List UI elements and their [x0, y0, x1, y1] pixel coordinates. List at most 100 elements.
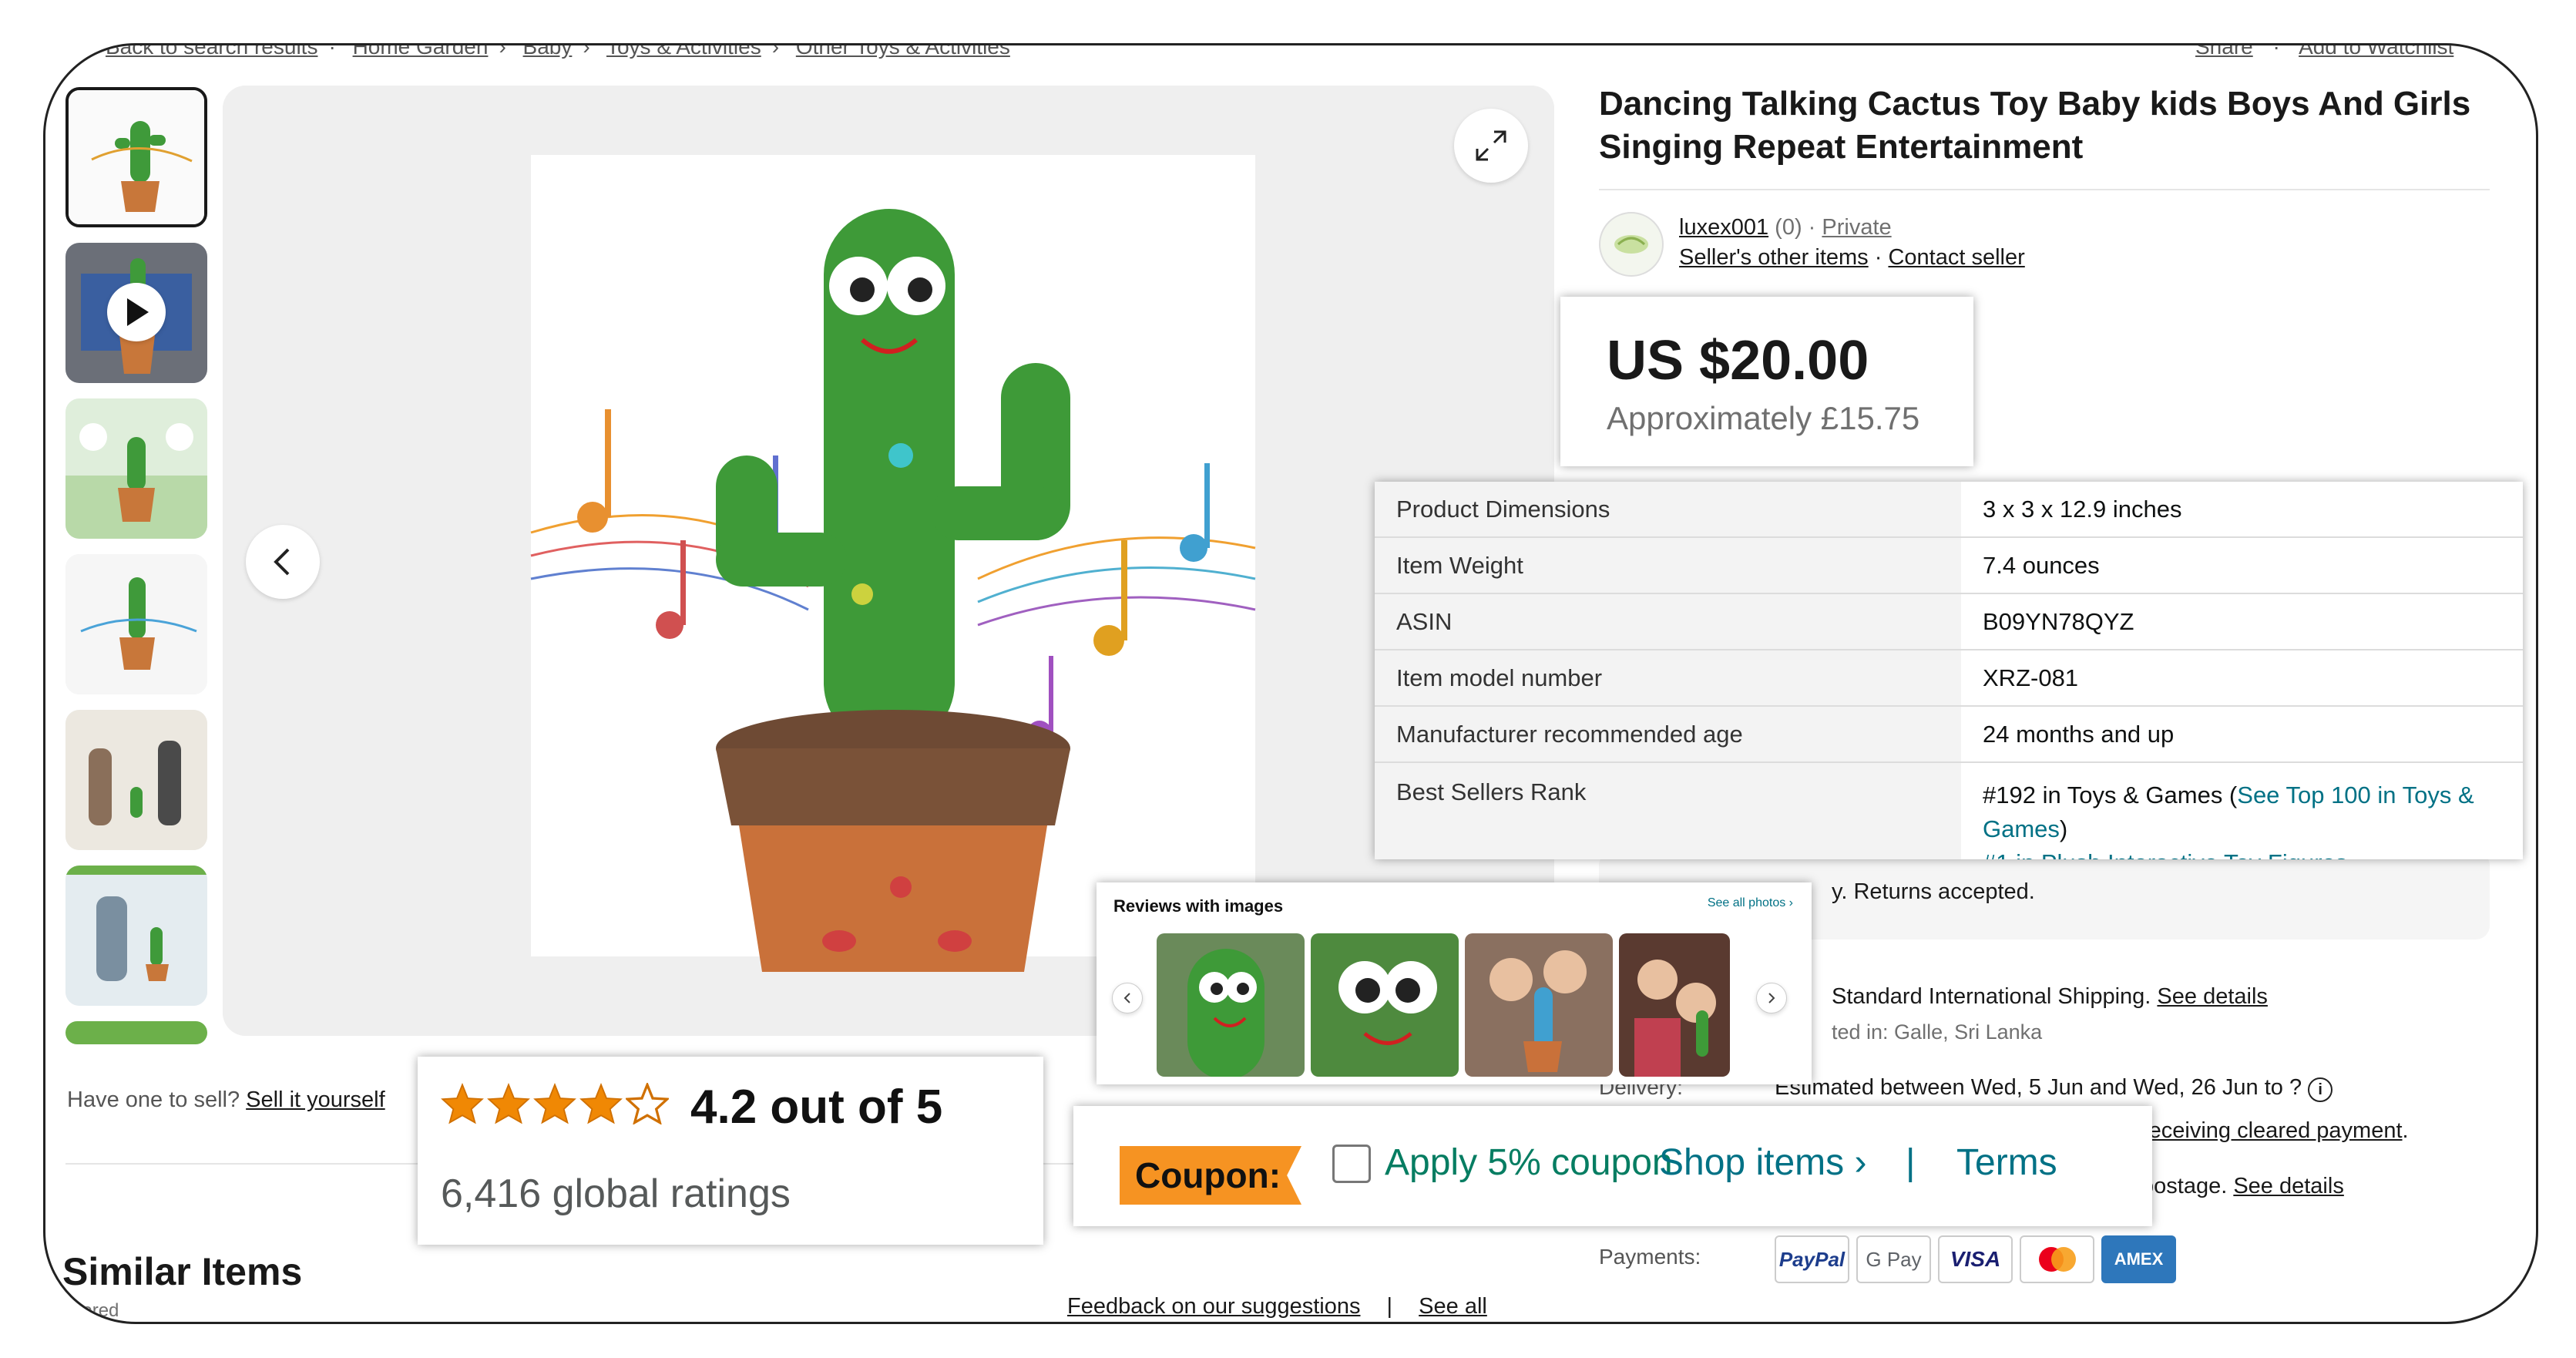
sell-prompt: Have one to sell? Sell it yourself — [67, 1087, 385, 1113]
detail-row: Item model number XRZ-081 — [1375, 650, 2523, 707]
returns-text: y. Returns accepted. — [1832, 879, 2035, 904]
best-sellers-rank: #192 in Toys & Games (See Top 100 in Toy… — [1961, 762, 2523, 859]
expand-icon[interactable] — [1454, 109, 1528, 183]
contact-seller-link[interactable]: Contact seller — [1888, 245, 2024, 270]
postage-line: postage. See details — [2141, 1174, 2344, 1199]
review-photo-3[interactable] — [1465, 933, 1613, 1077]
review-photo-4[interactable] — [1619, 933, 1730, 1077]
seller-name-link[interactable]: luxex001 — [1679, 215, 1768, 240]
thumbnail-1[interactable] — [65, 87, 207, 227]
rank-suffix: ) — [2059, 815, 2068, 842]
see-all-photos-link[interactable]: See all photos › — [1708, 896, 1793, 910]
postage-text: postage. — [2141, 1174, 2228, 1198]
review-photo-2[interactable] — [1311, 933, 1459, 1077]
seller-type[interactable]: Private — [1822, 215, 1891, 240]
dad-child-thumb-image — [65, 866, 207, 1006]
seller-feedback-count: (0) — [1775, 215, 1802, 240]
rank-prefix: #192 in Toys & Games ( — [1983, 782, 2238, 808]
breadcrumb-item-4[interactable]: Other Toys & Activities — [796, 45, 1010, 59]
product-details-table: Product Dimensions 3 x 3 x 12.9 inches It… — [1375, 482, 2523, 859]
detail-value: XRZ-081 — [1961, 650, 2523, 707]
coupon-divider: | — [1906, 1142, 1916, 1183]
receiving-cleared-payment-link[interactable]: receiving cleared payment — [2141, 1118, 2403, 1143]
detail-row: Best Sellers Rank #192 in Toys & Games (… — [1375, 762, 2523, 859]
seller-line-2: Seller's other items · Contact seller — [1679, 245, 2025, 270]
sell-question: Have one to sell? — [67, 1087, 240, 1112]
cactus-scene-thumb-image — [65, 398, 207, 539]
detail-key: ASIN — [1375, 593, 1961, 650]
detail-key: Product Dimensions — [1375, 482, 1961, 538]
rating-text: 4.2 out of 5 — [690, 1081, 943, 1134]
delivery-text: Estimated between Wed, 5 Jun and Wed, 26… — [1775, 1075, 2333, 1102]
global-ratings-count[interactable]: 6,416 global ratings — [441, 1171, 791, 1217]
screenshot-frame: Back to search results · Home Garden › Bab… — [43, 43, 2538, 1324]
detail-row: Manufacturer recommended age 24 months an… — [1375, 706, 2523, 763]
play-icon[interactable] — [107, 283, 166, 341]
share-watch-links: Share · Add to Watchlist — [2195, 45, 2453, 59]
breadcrumb-item-1[interactable]: Home Garden — [353, 45, 489, 59]
review-photo-1[interactable] — [1157, 933, 1305, 1077]
sell-it-yourself-link[interactable]: Sell it yourself — [246, 1087, 385, 1112]
watchlist-link[interactable]: Add to Watchlist — [2299, 45, 2453, 59]
similar-items-title: Similar Items — [62, 1250, 303, 1293]
detail-value: B09YN78QYZ — [1961, 593, 2523, 650]
shipping-text: Standard International Shipping. — [1832, 984, 2151, 1009]
reviews-with-images-panel: Reviews with images See all photos › — [1097, 882, 1812, 1084]
breadcrumb-back-link[interactable]: Back to search results — [106, 45, 317, 59]
feedback-suggestions-link[interactable]: Feedback on our suggestions — [1067, 1294, 1360, 1319]
detail-key: Item Weight — [1375, 537, 1961, 594]
info-icon[interactable]: i — [2308, 1077, 2333, 1102]
payments-label: Payments: — [1599, 1245, 1701, 1269]
rank-category-link[interactable]: #1 in Plush Interactive Toy Figures — [1983, 849, 2347, 859]
cleared-payment-link: receiving cleared payment. — [2141, 1118, 2409, 1143]
shipping-line: Standard International Shipping. See det… — [1832, 984, 2268, 1010]
title-divider — [1599, 189, 2490, 190]
visa-icon: VISA — [1938, 1235, 2013, 1283]
share-link[interactable]: Share — [2195, 45, 2253, 59]
coupon-badge: Coupon: — [1120, 1146, 1301, 1205]
star-icon — [533, 1083, 576, 1124]
shipping-details-link[interactable]: See details — [2157, 984, 2268, 1009]
rating-panel: 4.2 out of 5 6,416 global ratings — [418, 1057, 1043, 1245]
thumbnail-5[interactable] — [65, 710, 207, 850]
reviews-next-button[interactable] — [1756, 983, 1787, 1013]
thumbnail-7[interactable] — [65, 1021, 207, 1044]
cactus-thumb-image — [69, 90, 204, 224]
apply-coupon-label[interactable]: Apply 5% coupon — [1385, 1141, 1673, 1184]
price-approx: Approximately £15.75 — [1607, 400, 1920, 436]
shop-items-link[interactable]: Shop items › — [1659, 1141, 1866, 1184]
breadcrumb-item-2[interactable]: Baby — [523, 45, 573, 59]
previous-image-button[interactable] — [246, 525, 320, 599]
seller-other-items-link[interactable]: Seller's other items — [1679, 245, 1869, 270]
located-text: ted in: Galle, Sri Lanka — [1832, 1020, 2043, 1044]
terms-link[interactable]: Terms — [1956, 1141, 2057, 1184]
thumbnail-4[interactable] — [65, 554, 207, 694]
apply-coupon-checkbox[interactable] — [1332, 1145, 1371, 1183]
detail-key: Manufacturer recommended age — [1375, 706, 1961, 763]
thumbnail-video[interactable] — [65, 243, 207, 383]
thumbnail-6[interactable] — [65, 866, 207, 1006]
sponsored-label: nsored — [62, 1300, 119, 1321]
star-icon — [579, 1083, 623, 1124]
postage-details-link[interactable]: See details — [2233, 1174, 2344, 1198]
price-main: US $20.00 — [1607, 330, 1869, 392]
reviews-images-title: Reviews with images — [1113, 896, 1284, 916]
cactus-music-thumb-image — [65, 554, 207, 694]
star-rating — [441, 1083, 669, 1124]
thumbnail-3[interactable] — [65, 398, 207, 539]
price-overlay: US $20.00 Approximately £15.75 — [1560, 297, 1973, 466]
reviews-prev-button[interactable] — [1112, 983, 1143, 1013]
chevron-left-icon — [274, 548, 290, 576]
star-empty-icon — [626, 1083, 669, 1124]
detail-value: 24 months and up — [1961, 706, 2523, 763]
detail-value: 7.4 ounces — [1961, 537, 2523, 594]
seller-avatar[interactable] — [1599, 212, 1664, 277]
breadcrumb-item-3[interactable]: Toys & Activities — [606, 45, 761, 59]
similar-links: Feedback on our suggestions | See all — [1067, 1294, 1487, 1319]
amex-icon: AMEX — [2101, 1235, 2176, 1283]
see-all-similar-link[interactable]: See all — [1419, 1294, 1487, 1319]
detail-row: Item Weight 7.4 ounces — [1375, 537, 2523, 594]
detail-key: Best Sellers Rank — [1375, 762, 1961, 859]
detail-key: Item model number — [1375, 650, 1961, 707]
detail-row: ASIN B09YN78QYZ — [1375, 593, 2523, 650]
